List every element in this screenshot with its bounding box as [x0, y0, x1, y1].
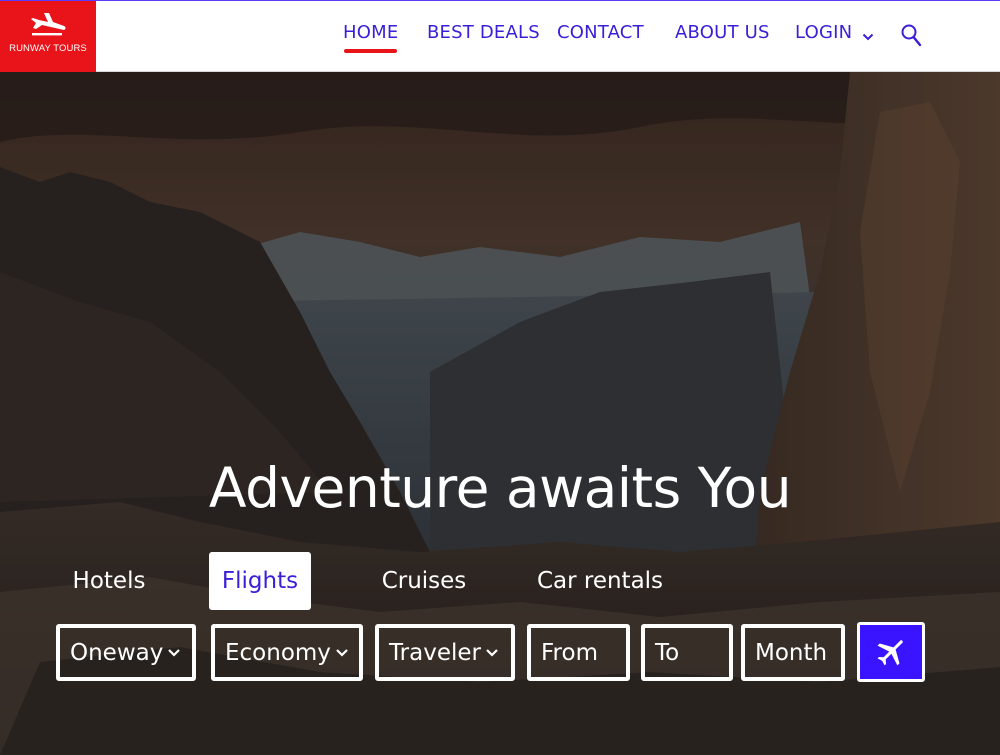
- cabin-class-select[interactable]: Economy: [211, 624, 363, 681]
- nav-item-contact[interactable]: CONTACT: [557, 22, 644, 43]
- hero-headline: Adventure awaits You: [208, 456, 792, 520]
- travelers-select[interactable]: Traveler: [375, 624, 515, 681]
- month-input[interactable]: Month: [741, 624, 845, 681]
- nav-item-login[interactable]: LOGIN: [795, 22, 852, 43]
- main-nav: HOME BEST DEALS CONTACT ABOUT US LOGIN: [0, 1, 1000, 72]
- to-input[interactable]: To: [641, 624, 733, 681]
- search-flights-button[interactable]: [857, 622, 925, 682]
- nav-item-best-deals[interactable]: BEST DEALS: [427, 22, 540, 43]
- airplane-icon: [877, 640, 903, 666]
- travelers-value: Traveler: [389, 639, 481, 666]
- trip-type-value: Oneway: [70, 639, 164, 666]
- from-input[interactable]: From: [527, 624, 630, 681]
- chevron-down-icon: [485, 648, 499, 658]
- trip-type-select[interactable]: Oneway: [56, 624, 196, 681]
- chevron-down-icon: [167, 648, 181, 658]
- chevron-down-icon[interactable]: [862, 26, 874, 45]
- to-placeholder: To: [655, 639, 680, 666]
- nav-item-about-us[interactable]: ABOUT US: [675, 22, 770, 43]
- tab-hotels[interactable]: Hotels: [62, 552, 156, 610]
- tab-cruises[interactable]: Cruises: [372, 552, 476, 610]
- month-placeholder: Month: [755, 639, 828, 666]
- search-icon[interactable]: [900, 23, 924, 53]
- from-placeholder: From: [541, 639, 598, 666]
- site-header: RUNWAY TOURS HOME BEST DEALS CONTACT ABO…: [0, 0, 1000, 72]
- cabin-class-value: Economy: [225, 639, 331, 666]
- tab-flights[interactable]: Flights: [209, 552, 311, 610]
- tab-car-rentals[interactable]: Car rentals: [527, 552, 673, 610]
- chevron-down-icon: [335, 648, 349, 658]
- nav-item-home[interactable]: HOME: [343, 22, 398, 53]
